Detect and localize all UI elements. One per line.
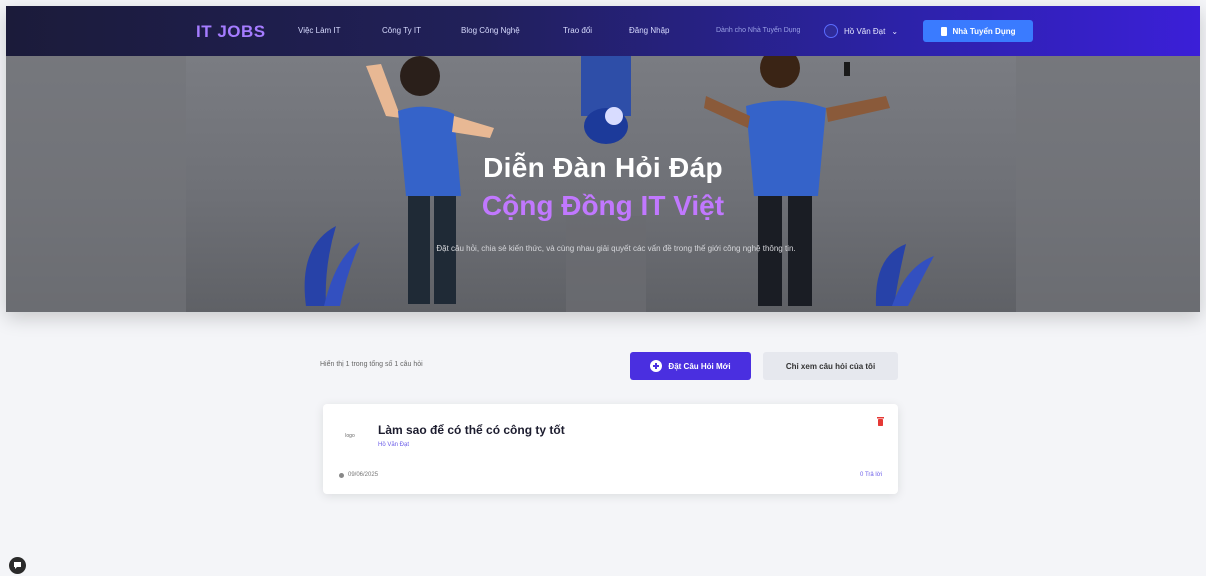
- chevron-down-icon: ⌄: [891, 26, 899, 36]
- chat-glyph: [14, 562, 21, 569]
- answer-count[interactable]: 0 Trả lời: [860, 472, 882, 478]
- hero-subtitle: Cộng Đồng IT Việt: [481, 190, 725, 221]
- question-date-text: 09/06/2025: [348, 472, 379, 478]
- nav-link-companies[interactable]: Công Ty IT: [382, 26, 421, 35]
- top-navbar: IT JOBS Việc Làm IT Công Ty IT Blog Công…: [6, 6, 1200, 56]
- question-title[interactable]: Làm sao để có thể có công ty tốt: [378, 423, 565, 437]
- hero-description: Đặt câu hỏi, chia sẻ kiến thức, và cùng …: [436, 244, 796, 253]
- hero-banner: Diễn Đàn Hỏi Đáp Cộng Đồng IT Việt Đặt c…: [6, 56, 1200, 312]
- nav-link-employer[interactable]: Dành cho Nhà Tuyển Dụng: [716, 27, 800, 34]
- hero-title: Diễn Đàn Hỏi Đáp: [483, 152, 723, 183]
- document-icon: [940, 26, 947, 36]
- question-date: 09/06/2025: [339, 472, 378, 478]
- chat-bubble-icon[interactable]: [9, 557, 26, 574]
- question-avatar: logo: [345, 433, 355, 439]
- question-author[interactable]: Hồ Văn Đạt: [378, 442, 409, 448]
- nav-link-blog[interactable]: Blog Công Nghệ: [461, 26, 520, 35]
- ask-question-label: Đặt Câu Hỏi Mới: [668, 361, 731, 371]
- nav-link-login[interactable]: Đăng Nhập: [629, 26, 669, 35]
- header-hero: IT JOBS Việc Làm IT Công Ty IT Blog Công…: [6, 6, 1200, 312]
- employer-button-label: Nhà Tuyển Dụng: [952, 26, 1016, 36]
- brand-logo[interactable]: IT JOBS: [196, 22, 266, 42]
- employer-button[interactable]: Nhà Tuyển Dụng: [923, 20, 1033, 42]
- trash-icon[interactable]: [877, 417, 884, 426]
- my-questions-button[interactable]: Chỉ xem câu hỏi của tôi: [763, 352, 898, 380]
- user-menu[interactable]: Hồ Văn Đạt ⌄: [824, 23, 898, 39]
- question-card[interactable]: logo Làm sao để có thể có công ty tốt Hồ…: [323, 404, 898, 494]
- avatar: [824, 24, 838, 38]
- plus-circle-icon: [650, 360, 663, 372]
- nav-link-jobs[interactable]: Việc Làm IT: [298, 26, 341, 35]
- results-count: Hiển thị 1 trong tổng số 1 câu hỏi: [320, 361, 423, 368]
- nav-link-forum[interactable]: Trao đổi: [563, 26, 592, 35]
- clock-icon: [339, 472, 344, 478]
- ask-question-button[interactable]: Đặt Câu Hỏi Mới: [630, 352, 751, 380]
- user-name: Hồ Văn Đạt: [844, 26, 886, 36]
- hero-illustration: [6, 56, 1200, 312]
